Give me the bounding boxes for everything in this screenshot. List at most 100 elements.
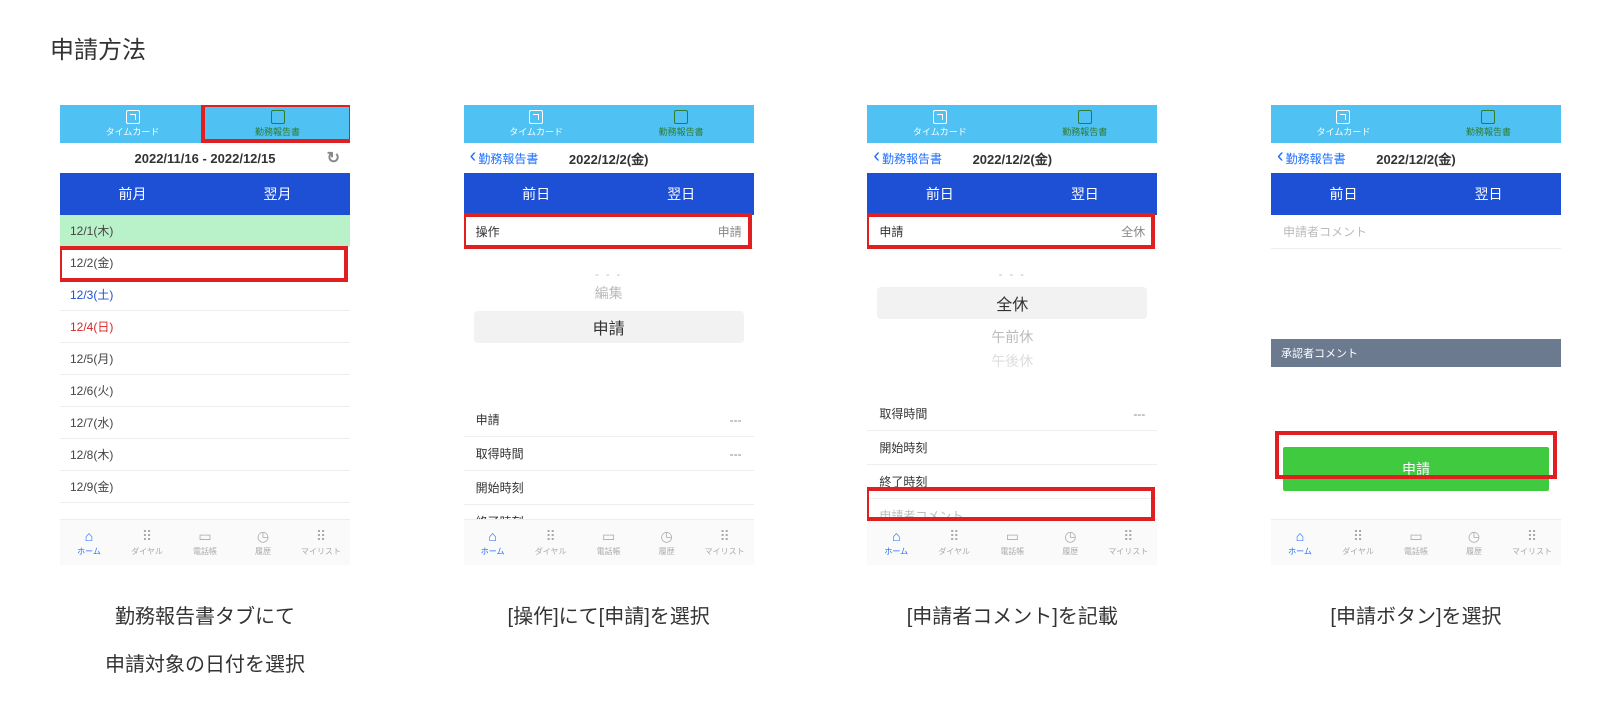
home-icon: ⌂ (485, 528, 501, 544)
dial-icon: ⠿ (139, 528, 155, 544)
page-title: 申請方法 (50, 30, 1581, 65)
header-date: 2022/12/2(金) (569, 149, 649, 168)
dock-history[interactable]: ◷履歴 (638, 520, 696, 565)
approver-comment-header: 承認者コメント (1271, 339, 1561, 367)
tab-timecard[interactable]: タイムカード (464, 105, 609, 143)
operation-label: 操作 (476, 223, 500, 240)
refresh-icon[interactable]: ↻ (327, 148, 340, 168)
dock-mylist[interactable]: ⠿マイリスト (1503, 520, 1561, 565)
action-picker[interactable]: - - - 編集 申請 (464, 249, 754, 379)
field-row[interactable]: 申請--- (464, 403, 754, 437)
tab-work-report[interactable]: 勤務報告書 (1416, 105, 1561, 143)
apply-value: 全休 (1121, 223, 1145, 240)
submit-button[interactable]: 申請 (1283, 447, 1549, 491)
date-row[interactable]: 12/1(木) (60, 215, 350, 247)
dial-icon: ⠿ (543, 528, 559, 544)
dial-icon: ⠿ (1350, 528, 1366, 544)
dock-dial[interactable]: ⠿ダイヤル (118, 520, 176, 565)
report-icon (674, 110, 688, 124)
screenshot-2: タイムカード 勤務報告書 勤務報告書 2022/12/2(金) 前日 翌日 (464, 105, 754, 565)
people-icon: ⠿ (313, 528, 329, 544)
date-row[interactable]: 12/8(木) (60, 439, 350, 471)
dock-history[interactable]: ◷履歴 (1041, 520, 1099, 565)
field-row[interactable]: 終了時刻 (867, 465, 1157, 499)
field-row[interactable]: 開始時刻 (867, 431, 1157, 465)
history-icon: ◷ (659, 528, 675, 544)
dock-history[interactable]: ◷履歴 (234, 520, 292, 565)
field-row[interactable]: 開始時刻 (464, 471, 754, 505)
dock-dial[interactable]: ⠿ダイヤル (1329, 520, 1387, 565)
prev-day-button[interactable]: 前日 (1271, 173, 1416, 215)
home-icon: ⌂ (1292, 528, 1308, 544)
screenshot-4: タイムカード 勤務報告書 勤務報告書 2022/12/2(金) 前日 翌日 申請… (1271, 105, 1561, 565)
date-range: 2022/11/16 - 2022/12/15 (135, 151, 276, 166)
clock-icon (1336, 110, 1350, 124)
report-icon (1078, 110, 1092, 124)
picker-dash-icon: - - - (474, 269, 744, 281)
next-day-button[interactable]: 翌日 (1416, 173, 1561, 215)
field-row[interactable]: 取得時間--- (464, 437, 754, 471)
people-icon: ⠿ (1120, 528, 1136, 544)
next-day-button[interactable]: 翌日 (609, 173, 754, 215)
tab-timecard[interactable]: タイムカード (1271, 105, 1416, 143)
book-icon: ▭ (1004, 528, 1020, 544)
date-row[interactable]: 12/9(金) (60, 471, 350, 503)
date-row[interactable]: 12/5(月) (60, 343, 350, 375)
operation-row[interactable]: 操作 申請 (464, 215, 754, 249)
book-icon: ▭ (1408, 528, 1424, 544)
dock-mylist[interactable]: ⠿マイリスト (1099, 520, 1157, 565)
date-row[interactable]: 12/3(土) (60, 279, 350, 311)
prev-day-button[interactable]: 前日 (867, 173, 1012, 215)
dock-phonebook[interactable]: ▭電話帳 (176, 520, 234, 565)
back-button[interactable]: 勤務報告書 (873, 150, 942, 167)
caption-2: [操作]にて[申請]を選択 (508, 593, 710, 641)
tab-timecard[interactable]: タイムカード (867, 105, 1012, 143)
header-date: 2022/12/2(金) (1376, 149, 1456, 168)
dock-phonebook[interactable]: ▭電話帳 (580, 520, 638, 565)
header-date: 2022/12/2(金) (973, 149, 1053, 168)
date-row[interactable]: 12/2(金) (60, 247, 350, 279)
tab-work-report[interactable]: 勤務報告書 (205, 105, 350, 143)
dock-home[interactable]: ⌂ホーム (60, 520, 118, 565)
next-month-button[interactable]: 翌月 (205, 173, 350, 215)
dock-dial[interactable]: ⠿ダイヤル (925, 520, 983, 565)
picker-dash-icon: - - - (877, 269, 1147, 281)
operation-value: 申請 (718, 223, 742, 240)
back-button[interactable]: 勤務報告書 (470, 150, 539, 167)
caption-4: [申請ボタン]を選択 (1330, 593, 1501, 641)
history-icon: ◷ (255, 528, 271, 544)
dock-mylist[interactable]: ⠿マイリスト (292, 520, 350, 565)
dock-mylist[interactable]: ⠿マイリスト (696, 520, 754, 565)
tab-work-report[interactable]: 勤務報告書 (1012, 105, 1157, 143)
dock-phonebook[interactable]: ▭電話帳 (1387, 520, 1445, 565)
date-row[interactable]: 12/4(日) (60, 311, 350, 343)
clock-icon (529, 110, 543, 124)
leave-picker[interactable]: - - - 全休 午前休 午後休 (867, 249, 1157, 383)
clock-icon (933, 110, 947, 124)
dock-history[interactable]: ◷履歴 (1445, 520, 1503, 565)
people-icon: ⠿ (717, 528, 733, 544)
tab-work-report[interactable]: 勤務報告書 (609, 105, 754, 143)
history-icon: ◷ (1062, 528, 1078, 544)
dock-phonebook[interactable]: ▭電話帳 (983, 520, 1041, 565)
apply-row[interactable]: 申請 全休 (867, 215, 1157, 249)
tab-timecard[interactable]: タイムカード (60, 105, 205, 143)
history-icon: ◷ (1466, 528, 1482, 544)
dock-home[interactable]: ⌂ホーム (867, 520, 925, 565)
report-icon (271, 110, 285, 124)
field-row[interactable]: 取得時間--- (867, 397, 1157, 431)
book-icon: ▭ (197, 528, 213, 544)
date-row[interactable]: 12/7(水) (60, 407, 350, 439)
clock-icon (126, 110, 140, 124)
next-day-button[interactable]: 翌日 (1012, 173, 1157, 215)
date-row[interactable]: 12/6(火) (60, 375, 350, 407)
home-icon: ⌂ (81, 528, 97, 544)
report-icon (1481, 110, 1495, 124)
prev-month-button[interactable]: 前月 (60, 173, 205, 215)
prev-day-button[interactable]: 前日 (464, 173, 609, 215)
dock-home[interactable]: ⌂ホーム (464, 520, 522, 565)
dock-home[interactable]: ⌂ホーム (1271, 520, 1329, 565)
dock-dial[interactable]: ⠿ダイヤル (522, 520, 580, 565)
applicant-comment-field[interactable]: 申請者コメント (1271, 215, 1561, 249)
back-button[interactable]: 勤務報告書 (1277, 150, 1346, 167)
